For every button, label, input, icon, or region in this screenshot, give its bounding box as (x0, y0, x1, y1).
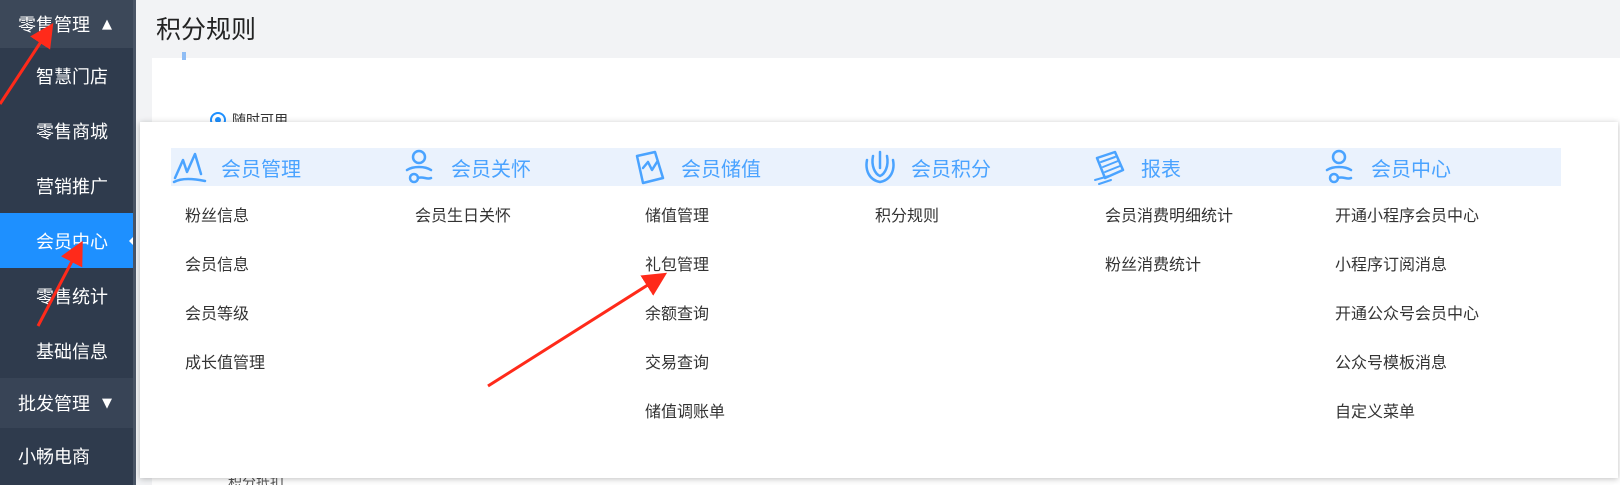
member-deposit-icon (635, 150, 665, 185)
sidebar-item-basic-info[interactable]: 基础信息 (0, 323, 136, 378)
menu-column-member-care: 会员关怀 会员生日关怀 (401, 148, 641, 253)
menu-item-growth-value[interactable]: 成长值管理 (171, 351, 411, 400)
sidebar-item-label: 基础信息 (36, 341, 108, 363)
sidebar-item-marketing[interactable]: 营销推广 (0, 158, 136, 213)
menu-item-member-info[interactable]: 会员信息 (171, 253, 411, 302)
sidebar-item-label: 智慧门店 (36, 66, 108, 88)
menu-column-header: 报表 (1091, 148, 1331, 186)
section-marker (182, 52, 186, 60)
menu-column-title: 会员中心 (1371, 156, 1451, 181)
sidebar-item-label: 零售统计 (36, 286, 108, 308)
menu-column-title: 会员积分 (911, 156, 991, 181)
menu-item-open-official-account-member-center[interactable]: 开通公众号会员中心 (1321, 302, 1561, 351)
sidebar-item-label: 零售商城 (36, 121, 108, 143)
menu-item-deposit-manage[interactable]: 储值管理 (631, 204, 871, 253)
member-center-icon (1325, 149, 1353, 184)
member-care-icon (405, 149, 433, 184)
menu-column-header: 会员关怀 (401, 148, 641, 186)
sidebar-group-label: 零售管理 (18, 15, 90, 36)
page-title: 积分规则 (156, 15, 257, 44)
menu-item-miniapp-subscribe-message[interactable]: 小程序订阅消息 (1321, 253, 1561, 302)
sidebar-item-label: 营销推广 (36, 176, 108, 198)
report-icon (1094, 150, 1125, 185)
menu-item-birthday-care[interactable]: 会员生日关怀 (401, 204, 641, 253)
menu-column-member-deposit: 会员储值 储值管理 礼包管理 余额查询 交易查询 储值调账单 (631, 148, 871, 449)
sidebar-item-retail-stats[interactable]: 零售统计 (0, 268, 136, 323)
menu-item-balance-query[interactable]: 余额查询 (631, 302, 871, 351)
menu-item-member-consumption-detail[interactable]: 会员消费明细统计 (1091, 204, 1331, 253)
member-center-mega-menu: 会员管理 粉丝信息 会员信息 会员等级 成长值管理 会员关怀 会员生日关怀 会员… (140, 122, 1618, 478)
sidebar-item-smart-store[interactable]: 智慧门店 (0, 48, 136, 103)
sidebar-item-xiaochang[interactable]: 小畅电商 (0, 428, 136, 483)
sidebar: 零售管理 ▲ 智慧门店 零售商城 营销推广 会员中心 零售统计 基础信息 批发管… (0, 0, 136, 485)
menu-item-gift-pack-manage[interactable]: 礼包管理 (631, 253, 871, 302)
menu-column-header: 会员管理 (171, 148, 411, 186)
menu-column-member-manage: 会员管理 粉丝信息 会员信息 会员等级 成长值管理 (171, 148, 411, 400)
menu-column-member-center: 会员中心 开通小程序会员中心 小程序订阅消息 开通公众号会员中心 公众号模板消息… (1321, 148, 1561, 449)
menu-column-title: 会员管理 (221, 156, 301, 181)
menu-column-title: 会员储值 (681, 156, 761, 181)
sidebar-group-label: 批发管理 (18, 394, 90, 415)
menu-item-fans-info[interactable]: 粉丝信息 (171, 204, 411, 253)
menu-column-header: 会员中心 (1321, 148, 1561, 186)
sidebar-group-wholesale[interactable]: 批发管理 ▼ (0, 378, 136, 428)
sidebar-item-member-center[interactable]: 会员中心 (0, 213, 136, 268)
menu-item-points-rules[interactable]: 积分规则 (861, 204, 1101, 253)
menu-column-member-points: 会员积分 积分规则 (861, 148, 1101, 253)
sidebar-item-label: 会员中心 (36, 231, 108, 253)
sidebar-scrollbar[interactable] (133, 0, 136, 485)
menu-column-reports: 报表 会员消费明细统计 粉丝消费统计 (1091, 148, 1331, 302)
sidebar-group-retail[interactable]: 零售管理 ▲ (0, 0, 136, 48)
menu-column-title: 会员关怀 (451, 156, 531, 181)
menu-column-header: 会员储值 (631, 148, 871, 186)
menu-item-custom-menu[interactable]: 自定义菜单 (1321, 400, 1561, 449)
member-points-icon (865, 150, 895, 184)
caret-down-icon: ▼ (102, 395, 112, 411)
menu-item-open-miniapp-member-center[interactable]: 开通小程序会员中心 (1321, 204, 1561, 253)
menu-item-official-account-template-message[interactable]: 公众号模板消息 (1321, 351, 1561, 400)
menu-item-deposit-adjust[interactable]: 储值调账单 (631, 400, 871, 449)
member-manage-icon (172, 152, 207, 184)
sidebar-item-retail-mall[interactable]: 零售商城 (0, 103, 136, 158)
menu-column-header: 会员积分 (861, 148, 1101, 186)
menu-item-member-level[interactable]: 会员等级 (171, 302, 411, 351)
menu-column-title: 报表 (1141, 156, 1181, 181)
menu-item-fans-consumption-stats[interactable]: 粉丝消费统计 (1091, 253, 1331, 302)
caret-up-icon: ▲ (102, 16, 112, 32)
sidebar-item-label: 小畅电商 (18, 446, 90, 468)
menu-item-transaction-query[interactable]: 交易查询 (631, 351, 871, 400)
